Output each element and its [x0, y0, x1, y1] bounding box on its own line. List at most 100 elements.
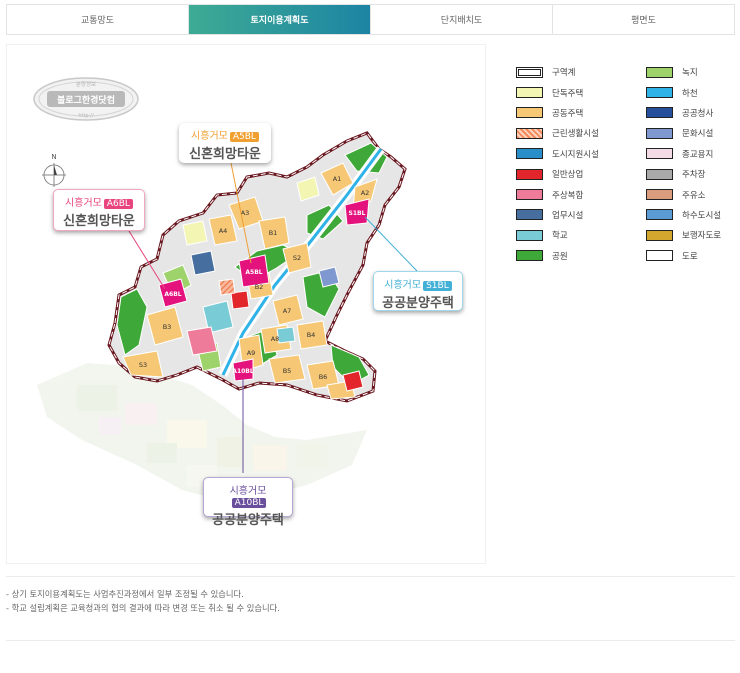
legend-label: 하수도시설: [682, 210, 722, 221]
disclaimer-notes: - 상기 토지이용계획도는 사업추진과정에서 일부 조정될 수 있습니다. - …: [6, 576, 735, 615]
parcel-label-b3: B3: [163, 323, 172, 331]
legend-label: 근린생활시설: [552, 129, 599, 140]
legend-label: 공동주택: [552, 108, 584, 119]
legend-label: 도로: [682, 251, 698, 262]
legend-item: 단독주택: [516, 82, 626, 102]
legend-label: 학교: [552, 231, 568, 242]
legend-item: 공공청사: [646, 103, 740, 123]
legend-item: 하천: [646, 82, 740, 102]
legend-item: 공원: [516, 246, 626, 266]
legend-item: 학교: [516, 225, 626, 245]
tab-traffic-map[interactable]: 교통망도: [7, 5, 189, 34]
legend-label: 일반상업: [552, 170, 584, 181]
boundary-swatch: [516, 66, 543, 78]
callout-a10bl-badge: A10BL: [231, 498, 267, 508]
parcel-label-a1: A1: [333, 175, 342, 183]
legend-item: 공동주택: [516, 103, 626, 123]
swatch: [646, 87, 673, 99]
legend-label: 문화시설: [682, 129, 714, 140]
parcel-label-a4: A4: [219, 227, 228, 235]
parcel-label-a9: A9: [247, 349, 256, 357]
tab-bar: 교통망도 토지이용계획도 단지배치도 평면도: [6, 4, 735, 35]
stamp-top-text: 분양정보: [76, 80, 96, 88]
swatch: [516, 87, 543, 99]
parcel-label-b6: B6: [319, 373, 328, 381]
note-school: - 학교 설립계획은 교육청과의 협의 결과에 따라 변경 또는 취소 될 수 …: [6, 603, 280, 613]
legend-label: 보행자도로: [682, 231, 722, 242]
legend-column-left: 구역계 단독주택 공동주택 근린생활시설 도시지원시설 일반상업 주상복합 업무…: [516, 62, 626, 266]
parcel-label-b1: B1: [269, 229, 278, 237]
legend-item: 주유소: [646, 184, 740, 204]
parcel-label-s1bl: S1BL: [349, 210, 366, 217]
callout-a5bl-prefix: 시흥거모: [191, 131, 228, 142]
swatch: [646, 189, 673, 201]
legend-label: 도시지원시설: [552, 149, 599, 160]
parcel-label-b5: B5: [283, 367, 292, 375]
swatch: [646, 250, 673, 262]
legend-item: 구역계: [516, 62, 626, 82]
callout-s1bl-prefix: 시흥거모: [384, 280, 422, 291]
legend-item: 문화시설: [646, 123, 740, 143]
swatch: [646, 127, 673, 139]
swatch: [516, 148, 543, 160]
swatch: [646, 66, 673, 78]
legend-item: 업무시설: [516, 205, 626, 225]
callout-a6bl-name: 신혼희망타운: [63, 214, 135, 229]
tab-site-layout[interactable]: 단지배치도: [371, 5, 553, 34]
legend-label: 주상복합: [552, 190, 584, 201]
parcel-label-a10bl: A10BL: [232, 368, 254, 375]
watermark-stamp: 블로그한경닷컴 분양정보 http://: [33, 77, 139, 121]
legend-item: 도시지원시설: [516, 144, 626, 164]
parcel-label-s2: S2: [293, 254, 301, 262]
legend-item: 녹지: [646, 62, 740, 82]
swatch: [646, 148, 673, 160]
parcel-label-a7: A7: [283, 307, 292, 315]
stamp-bottom-text: http://: [78, 113, 94, 119]
note-land-use: - 상기 토지이용계획도는 사업추진과정에서 일부 조정될 수 있습니다.: [6, 589, 244, 599]
callout-a10bl: 시흥거모A10BL 공공분양주택: [203, 477, 293, 528]
legend-label: 주차장: [682, 170, 706, 181]
callout-a6bl: 시흥거모 A6BL 신혼희망타운: [53, 189, 145, 231]
parcel-label-a5bl: A5BL: [245, 269, 262, 276]
swatch: [516, 189, 543, 201]
swatch: [516, 209, 543, 221]
legend-label: 공공청사: [682, 108, 714, 119]
land-use-map-panel: A1 A2 A3 A4 B1 S2 B2 B3 S3 A7 B4 A8 A9 B…: [6, 44, 486, 564]
parcel-label-b4: B4: [307, 331, 316, 339]
swatch: [516, 168, 543, 180]
legend-label: 종교용지: [682, 149, 714, 160]
callout-a6bl-prefix: 시흥거모: [65, 198, 102, 209]
tab-land-use-plan[interactable]: 토지이용계획도: [189, 5, 371, 34]
legend-item: 하수도시설: [646, 205, 740, 225]
swatch: [516, 229, 543, 241]
swatch: [646, 229, 673, 241]
parcel-label-a8: A8: [271, 335, 280, 343]
swatch: [646, 209, 673, 221]
swatch: [516, 250, 543, 262]
callout-a5bl-badge: A5BL: [229, 132, 259, 142]
compass-label: N: [51, 153, 56, 161]
parcel-label-a6bl: A6BL: [164, 291, 181, 298]
callout-a6bl-badge: A6BL: [103, 199, 133, 209]
swatch: [646, 107, 673, 119]
tab-floor-plan[interactable]: 평면도: [553, 5, 734, 34]
callout-s1bl-badge: S1BL: [423, 281, 452, 291]
parcel-label-b2: B2: [255, 283, 264, 291]
divider: [6, 640, 735, 641]
callout-a5bl: 시흥거모 A5BL 신혼희망타운: [179, 123, 271, 163]
hatched-swatch: [516, 127, 543, 139]
compass-icon: N: [42, 153, 66, 187]
callout-s1bl-name: 공공분양주택: [382, 296, 454, 311]
legend-column-right: 녹지 하천 공공청사 문화시설 종교용지 주차장 주유소 하수도시설 보행자도로…: [646, 62, 740, 266]
parcel-label-a2: A2: [361, 189, 370, 197]
legend-label: 단독주택: [552, 88, 584, 99]
legend-label: 주유소: [682, 190, 706, 201]
legend-label: 공원: [552, 251, 568, 262]
legend-label: 업무시설: [552, 210, 584, 221]
parcel-label-s3: S3: [139, 361, 147, 369]
legend-item: 일반상업: [516, 164, 626, 184]
legend-item: 보행자도로: [646, 225, 740, 245]
legend-item: 도로: [646, 246, 740, 266]
legend-item: 종교용지: [646, 144, 740, 164]
stamp-main-text: 블로그한경닷컴: [57, 94, 115, 106]
